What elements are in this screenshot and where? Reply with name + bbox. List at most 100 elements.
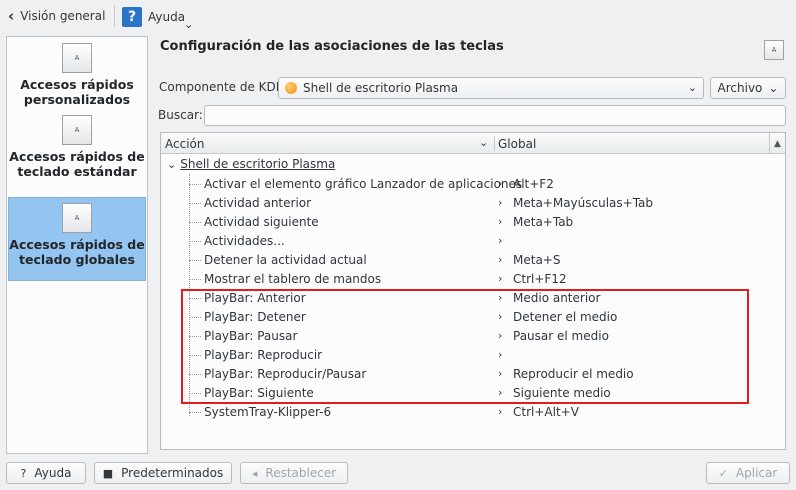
tree-row[interactable]: PlayBar: Pausar › Pausar el medio bbox=[161, 327, 785, 346]
tree-guide bbox=[189, 222, 201, 223]
archivo-label: Archivo bbox=[717, 81, 763, 95]
tree-row[interactable]: SystemTray-Klipper-6 › Ctrl+Alt+V bbox=[161, 403, 785, 422]
apply-button[interactable]: ✓ Aplicar bbox=[706, 462, 790, 484]
chevron-right-icon: › bbox=[498, 329, 503, 342]
global-shortcut: Detener el medio bbox=[513, 310, 618, 324]
global-shortcut: Siguiente medio bbox=[513, 386, 611, 400]
apply-button-label: Aplicar bbox=[735, 466, 778, 480]
action-label: SystemTray-Klipper-6 bbox=[204, 405, 332, 419]
chevron-right-icon: › bbox=[498, 291, 503, 304]
action-label: PlayBar: Anterior bbox=[204, 291, 306, 305]
help-label: Ayuda bbox=[148, 10, 186, 24]
reset-button[interactable]: ◂ Restablecer bbox=[240, 462, 348, 484]
sidebar-item-label: Accesos rápidos de teclado estándar bbox=[9, 149, 145, 179]
keyboard-icon: A bbox=[62, 115, 92, 145]
tree-guide bbox=[189, 336, 201, 337]
tree-guide bbox=[189, 393, 201, 394]
tree-row[interactable]: PlayBar: Reproducir › bbox=[161, 346, 785, 365]
search-label: Buscar: bbox=[158, 108, 203, 122]
action-label: PlayBar: Siguiente bbox=[204, 386, 314, 400]
action-label: Detener la actividad actual bbox=[204, 253, 367, 267]
help-icon: ? bbox=[20, 466, 27, 480]
global-shortcut: Medio anterior bbox=[513, 291, 601, 305]
plasma-icon bbox=[285, 82, 297, 94]
search-input[interactable] bbox=[204, 105, 786, 126]
sidebar-item-label: Accesos rápidos personalizados bbox=[20, 77, 134, 107]
tree-row[interactable]: Actividad anterior › Meta+Mayúsculas+Tab bbox=[161, 194, 785, 213]
tree-guide bbox=[189, 260, 201, 261]
back-label: Visión general bbox=[20, 9, 106, 23]
action-label: PlayBar: Detener bbox=[204, 310, 306, 324]
tree-guide bbox=[189, 203, 201, 204]
tree-row[interactable]: PlayBar: Reproducir/Pausar › Reproducir … bbox=[161, 365, 785, 384]
action-label: PlayBar: Pausar bbox=[204, 329, 298, 343]
sidebar-item-label: Accesos rápidos de teclado globales bbox=[9, 237, 145, 267]
chevron-right-icon: › bbox=[498, 367, 503, 380]
tree-root[interactable]: ⌄ Shell de escritorio Plasma bbox=[167, 157, 335, 171]
tree-row[interactable]: Detener la actividad actual › Meta+S bbox=[161, 251, 785, 270]
action-label: Activar el elemento gráfico Lanzador de … bbox=[204, 177, 523, 191]
chevron-down-icon: ⌄ bbox=[687, 81, 697, 94]
tree-guide bbox=[189, 374, 201, 375]
help-icon: ? bbox=[122, 7, 142, 27]
global-shortcut: Pausar el medio bbox=[513, 329, 609, 343]
action-label: Actividad anterior bbox=[204, 196, 312, 210]
global-shortcut: Ctrl+Alt+V bbox=[513, 405, 579, 419]
tree-guide bbox=[189, 317, 201, 318]
global-shortcut: Alt+F2 bbox=[513, 177, 554, 191]
top-toolbar: ‹ Visión general ? Ayuda ⌄ bbox=[0, 0, 796, 32]
sidebar-item-standard-shortcuts[interactable]: A Accesos rápidos de teclado estándar bbox=[8, 115, 146, 201]
tree-row[interactable]: PlayBar: Siguiente › Siguiente medio bbox=[161, 384, 785, 403]
tree-header: Acción ⌄ Global ▲ bbox=[161, 133, 785, 154]
help-button[interactable]: ? Ayuda bbox=[6, 462, 86, 484]
component-select[interactable]: Shell de escritorio Plasma ⌄ bbox=[278, 77, 704, 99]
sidebar-item-global-shortcuts[interactable]: A Accesos rápidos de teclado globales bbox=[8, 197, 146, 281]
chevron-right-icon: › bbox=[498, 177, 503, 190]
chevron-down-icon: ⌄ bbox=[184, 18, 194, 31]
tree-guide bbox=[189, 279, 201, 280]
tree-row[interactable]: PlayBar: Anterior › Medio anterior bbox=[161, 289, 785, 308]
chevron-right-icon: › bbox=[498, 386, 503, 399]
tree-row[interactable]: Actividades... › bbox=[161, 232, 785, 251]
defaults-button[interactable]: ■ Predeterminados bbox=[94, 462, 232, 484]
global-shortcut: Meta+Tab bbox=[513, 215, 574, 229]
chevron-right-icon: › bbox=[498, 348, 503, 361]
tree-row[interactable]: Actividad siguiente › Meta+Tab bbox=[161, 213, 785, 232]
action-label: PlayBar: Reproducir/Pausar bbox=[204, 367, 367, 381]
tree-guide bbox=[189, 298, 201, 299]
column-header-action[interactable]: Acción bbox=[165, 137, 204, 151]
global-shortcut: Ctrl+F12 bbox=[513, 272, 567, 286]
component-label: Componente de KDE: bbox=[159, 80, 288, 94]
tree-guide bbox=[189, 241, 201, 242]
collapse-chevron-icon[interactable]: ⌄ bbox=[167, 158, 176, 171]
reset-arrow-icon: ◂ bbox=[251, 466, 258, 480]
tree-row[interactable]: Mostrar el tablero de mandos › Ctrl+F12 bbox=[161, 270, 785, 289]
tree-guide bbox=[189, 355, 201, 356]
chevron-right-icon: › bbox=[498, 405, 503, 418]
toolbar-separator bbox=[114, 5, 115, 27]
chevron-right-icon: › bbox=[498, 215, 503, 228]
sidebar: A Accesos rápidos personalizados A Acces… bbox=[6, 36, 148, 454]
global-shortcut: Meta+Mayúsculas+Tab bbox=[513, 196, 654, 210]
column-header-global[interactable]: Global bbox=[498, 137, 536, 151]
defaults-button-label: Predeterminados bbox=[121, 466, 224, 480]
page-action-icon[interactable]: A bbox=[764, 40, 784, 60]
scroll-up-icon[interactable]: ▲ bbox=[769, 133, 785, 154]
global-shortcut: Meta+S bbox=[513, 253, 561, 267]
back-button[interactable]: ‹ Visión general bbox=[4, 4, 109, 28]
sidebar-item-custom-shortcuts[interactable]: A Accesos rápidos personalizados bbox=[8, 43, 146, 115]
help-menu-button[interactable]: ? Ayuda ⌄ bbox=[122, 4, 193, 31]
reset-button-label: Restablecer bbox=[265, 466, 337, 480]
document-icon: ■ bbox=[102, 466, 114, 480]
archivo-menu-button[interactable]: Archivo ⌄ bbox=[710, 77, 786, 99]
help-button-label: Ayuda bbox=[34, 466, 72, 480]
chevron-down-icon: ⌄ bbox=[768, 81, 779, 95]
action-label: PlayBar: Reproducir bbox=[204, 348, 323, 362]
tree-row[interactable]: Activar el elemento gráfico Lanzador de … bbox=[161, 175, 785, 194]
tree-row[interactable]: PlayBar: Detener › Detener el medio bbox=[161, 308, 785, 327]
chevron-right-icon: › bbox=[498, 196, 503, 209]
shortcuts-tree[interactable]: Acción ⌄ Global ▲ ⌄ Shell de escritorio … bbox=[160, 132, 786, 450]
chevron-right-icon: › bbox=[498, 310, 503, 323]
column-divider bbox=[494, 136, 495, 151]
sort-chevron-icon: ⌄ bbox=[479, 136, 489, 149]
